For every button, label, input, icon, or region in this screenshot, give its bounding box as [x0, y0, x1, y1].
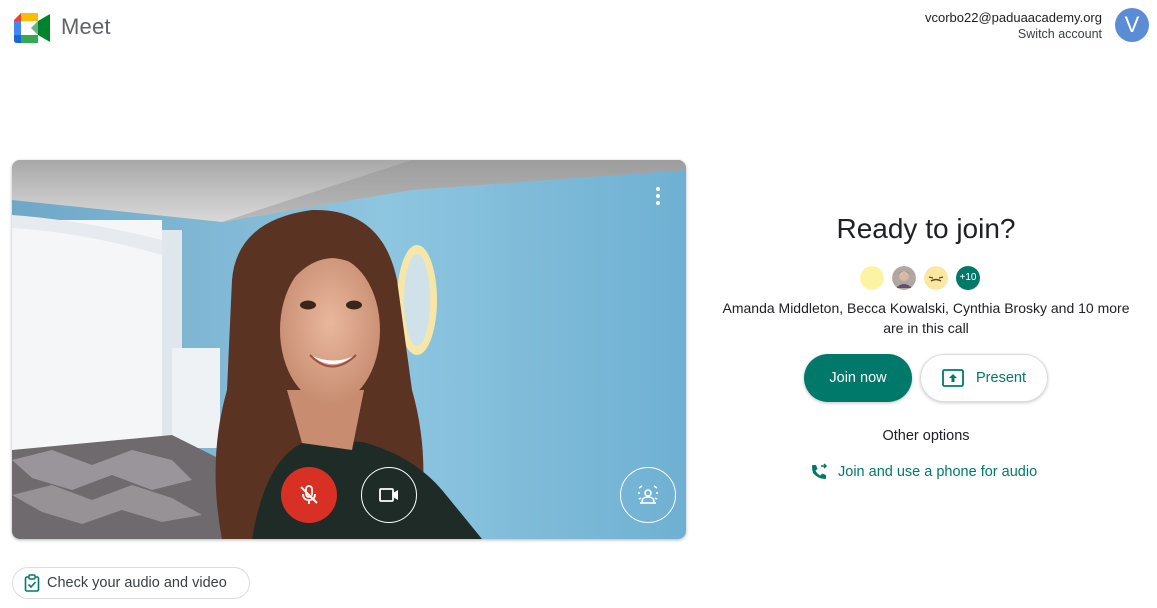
participant-avatar [892, 266, 916, 290]
visual-effects-icon [638, 485, 658, 504]
more-vert-icon [656, 187, 660, 191]
product-name: Meet [61, 14, 111, 39]
check-audio-video-label: Check your audio and video [47, 575, 227, 591]
camera-preview [12, 160, 686, 539]
join-with-phone-audio-label: Join and use a phone for audio [838, 464, 1038, 480]
videocam-icon [379, 488, 398, 502]
meet-logo-icon[interactable] [14, 13, 50, 43]
check-audio-video-button[interactable]: Check your audio and video [12, 567, 250, 599]
present-button[interactable]: Present [920, 354, 1048, 402]
microphone-toggle-button[interactable] [281, 467, 337, 523]
ready-to-join-title: Ready to join? [836, 213, 1016, 244]
phone-forwarded-icon [812, 463, 828, 479]
participant-avatar [924, 266, 948, 290]
participant-avatars: +10 [860, 266, 980, 290]
mic-off-icon [300, 485, 318, 504]
join-now-button[interactable]: Join now [804, 354, 912, 402]
other-options-label: Other options [882, 428, 970, 444]
present-to-all-icon [942, 369, 964, 387]
present-button-label: Present [976, 370, 1026, 386]
participant-avatar [860, 266, 884, 290]
join-panel: Ready to join? +10 Amanda Middleton, Bec… [697, 0, 1155, 608]
camera-toggle-button[interactable] [361, 467, 417, 523]
join-with-phone-audio-link[interactable]: Join and use a phone for audio [810, 462, 1037, 482]
in-call-participants-text: Amanda Middleton, Becca Kowalski, Cynthi… [722, 300, 1130, 336]
visual-effects-button[interactable] [620, 467, 676, 523]
clipboard-check-icon [24, 574, 40, 592]
more-options-button[interactable] [640, 178, 676, 214]
more-participants-badge: +10 [956, 266, 980, 290]
camera-feed-image [12, 160, 686, 539]
